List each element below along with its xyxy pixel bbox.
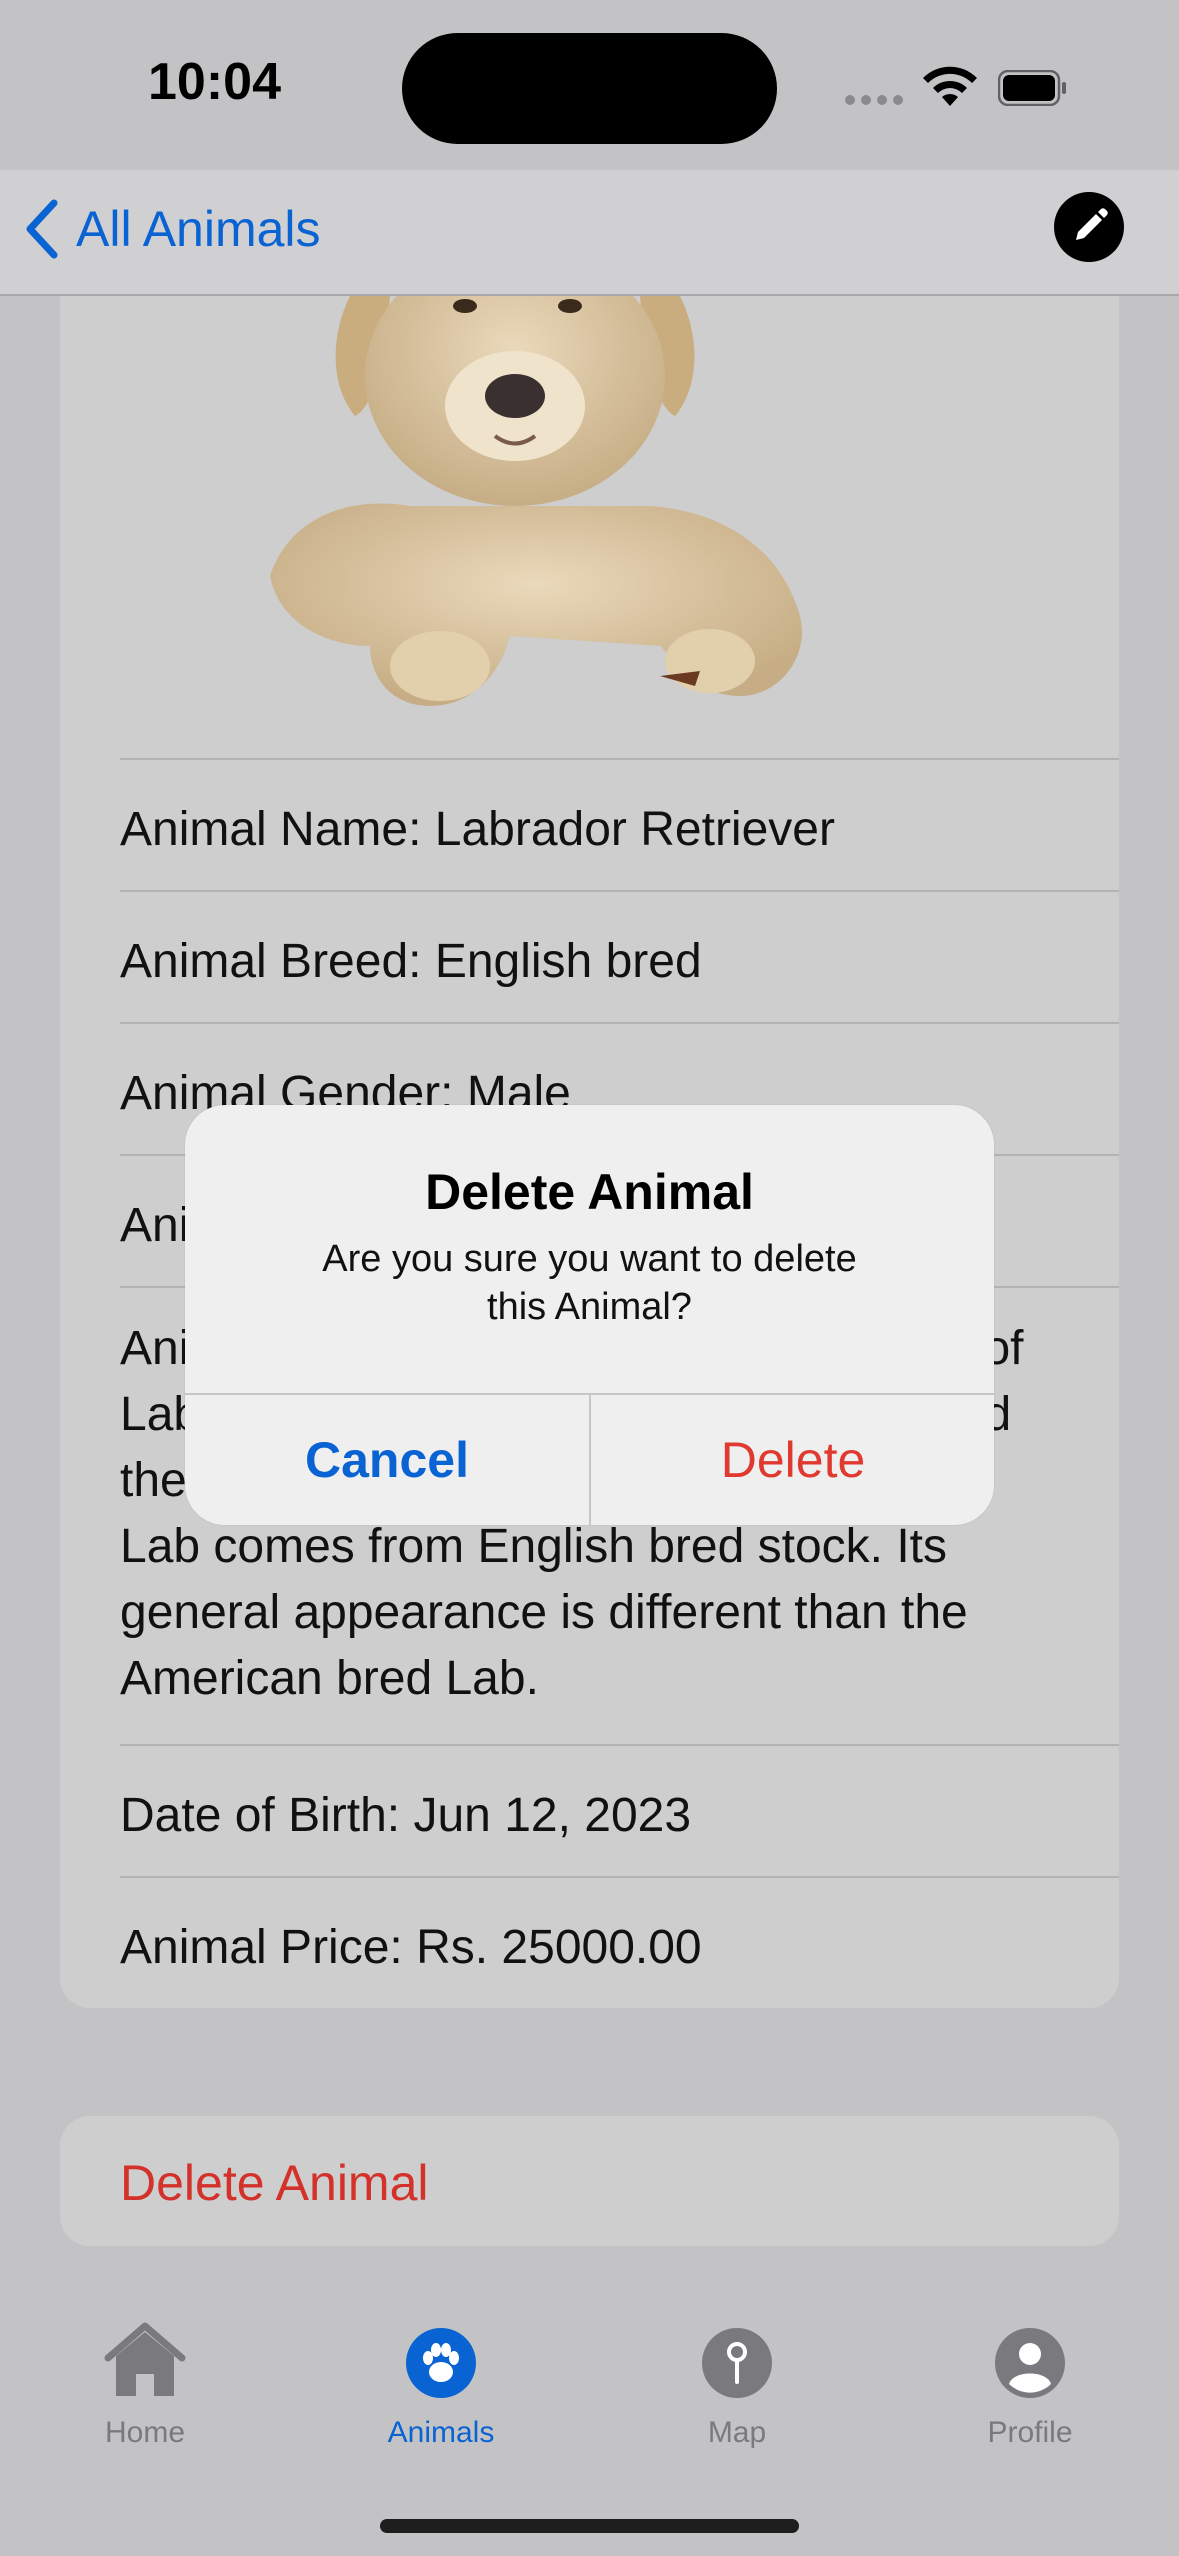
detail-row-price: Animal Price: Rs. 25000.00 (120, 1876, 1119, 2008)
tab-home-label: Home (104, 2416, 186, 2449)
date-of-birth-text: Date of Birth: Jun 12, 2023 (120, 1789, 692, 1842)
animal-photo (270, 296, 802, 706)
alert-delete-button[interactable]: Delete (591, 1395, 994, 1525)
alert-message: Are you sure you want to delete this Ani… (322, 1238, 857, 1328)
detail-row-dob: Date of Birth: Jun 12, 2023 (120, 1744, 1119, 1876)
tab-home[interactable]: Home (45, 2320, 245, 2460)
tab-profile[interactable]: Profile (930, 2320, 1130, 2460)
tab-map-label: Map (707, 2416, 767, 2449)
back-button[interactable]: All Animals (22, 194, 321, 264)
map-pin-icon (702, 2328, 772, 2398)
animal-price-text: Animal Price: Rs. 25000.00 (120, 1921, 702, 1974)
delete-animal-label: Delete Animal (120, 2155, 429, 2211)
tab-animals[interactable]: Animals (341, 2320, 541, 2460)
tab-profile-label: Profile (987, 2416, 1073, 2449)
alert-title: Delete Animal (425, 1164, 754, 1220)
animal-breed-text: Animal Breed: English bred (120, 935, 702, 988)
edit-button[interactable] (1054, 192, 1124, 262)
wifi-icon (923, 66, 977, 106)
tab-animals-label: Animals (387, 2416, 495, 2449)
animal-age-text: Ani (120, 1199, 190, 1252)
animal-name-text: Animal Name: Labrador Retriever (120, 803, 835, 856)
person-icon (995, 2328, 1065, 2398)
alert-cancel-button[interactable]: Cancel (185, 1395, 589, 1525)
back-button-label: All Animals (76, 201, 321, 257)
status-time: 10:04 (148, 53, 281, 111)
pencil-icon (1076, 208, 1108, 240)
delete-confirmation-alert: Delete Animal Are you sure you want to d… (185, 1105, 994, 1525)
dynamic-island (402, 33, 777, 144)
chevron-left-icon (26, 199, 58, 259)
home-indicator (380, 2519, 799, 2533)
detail-row-breed: Animal Breed: English bred (120, 890, 1119, 1022)
delete-animal-button[interactable]: Delete Animal (60, 2116, 1119, 2246)
paw-icon (406, 2328, 476, 2398)
cellular-signal-icon (845, 95, 905, 107)
detail-row-name: Animal Name: Labrador Retriever (120, 758, 1119, 890)
house-icon (104, 2322, 186, 2396)
tab-map[interactable]: Map (637, 2320, 837, 2460)
battery-icon (998, 70, 1066, 106)
